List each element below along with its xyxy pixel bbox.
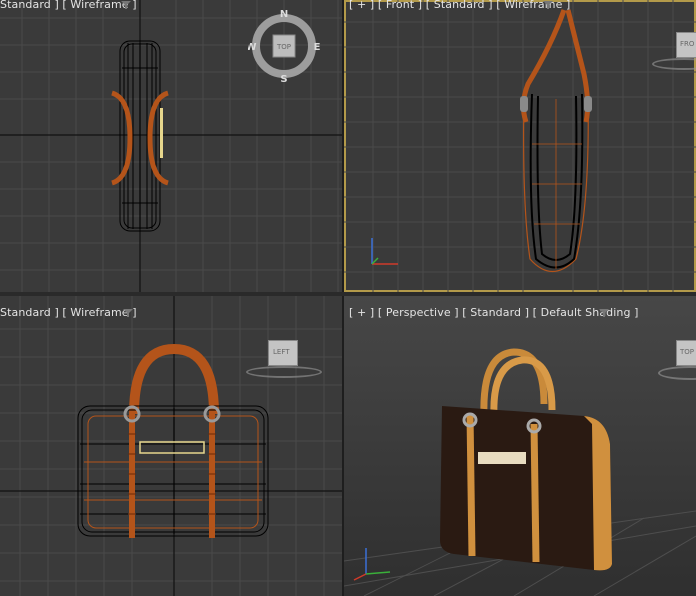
viewport-front-label[interactable]: [ + ] [ Front ] [ Standard ] [ Wireframe…: [349, 0, 570, 11]
viewport-perspective[interactable]: TOP [ + ] [ Perspective ] [ Standard ] […: [344, 296, 696, 596]
filter-icon[interactable]: [598, 308, 610, 318]
viewcube-ring: [246, 366, 322, 378]
viewcube-face-label: TOP: [276, 43, 291, 51]
viewcube-front[interactable]: FRO: [676, 32, 696, 58]
viewport-left[interactable]: LEFT Standard ] [ Wireframe ]: [0, 296, 342, 596]
filter-icon[interactable]: [122, 308, 134, 318]
compass-west: W: [248, 42, 257, 53]
bag-front-wireframe[interactable]: [512, 4, 602, 286]
viewport-top[interactable]: TOP N S E W Standard ] [ Wireframe ]: [0, 0, 342, 292]
viewport-top-label[interactable]: Standard ] [ Wireframe ]: [0, 0, 137, 11]
viewport-divider-horizontal[interactable]: [0, 292, 696, 296]
viewcube-top[interactable]: TOP N S E W: [248, 8, 320, 86]
viewport-divider-vertical[interactable]: [342, 0, 344, 596]
filter-icon[interactable]: [120, 0, 132, 10]
viewport-perspective-label[interactable]: [ + ] [ Perspective ] [ Standard ] [ Def…: [349, 306, 639, 319]
viewcube-perspective[interactable]: TOP: [676, 340, 696, 366]
bag-perspective-render[interactable]: [434, 344, 614, 574]
filter-icon[interactable]: [542, 0, 554, 10]
viewport-left-label[interactable]: Standard ] [ Wireframe ]: [0, 306, 137, 319]
compass-north: N: [280, 9, 288, 20]
viewport-front[interactable]: FRO [ + ] [ Front ] [ Standard ] [ Wiref…: [344, 0, 696, 292]
bag-left-wireframe[interactable]: [74, 344, 274, 544]
viewcube-left[interactable]: LEFT: [268, 340, 298, 366]
compass-east: E: [314, 42, 320, 53]
axis-tripod-perspective: [353, 548, 391, 581]
axis-tripod-front: [371, 238, 398, 265]
compass-south: S: [280, 74, 287, 85]
bag-top-wireframe[interactable]: [100, 38, 180, 234]
